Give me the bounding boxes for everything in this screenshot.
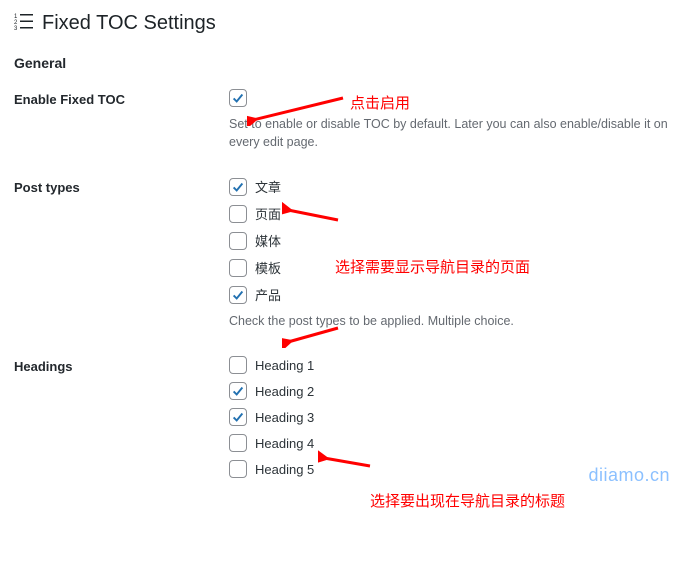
checkbox-enable-fixed-toc[interactable] [229, 89, 674, 107]
checkbox-label: Heading 1 [255, 358, 314, 373]
row-headings: Headings Heading 1 Heading 2 Heading 3 H… [14, 356, 674, 478]
checkbox-heading-0[interactable]: Heading 1 [229, 356, 674, 374]
label-post-types: Post types [14, 177, 229, 195]
checkbox-post-type-2[interactable]: 媒体 [229, 231, 674, 250]
checkbox-label: 文章 [255, 177, 281, 196]
desc-enable-fixed-toc: Set to enable or disable TOC by default.… [229, 115, 674, 151]
checkbox-label: Heading 3 [255, 410, 314, 425]
label-headings: Headings [14, 356, 229, 374]
checkbox-heading-2[interactable]: Heading 3 [229, 408, 674, 426]
annotation-enable: 点击启用 [350, 92, 410, 113]
checkbox-label: 模板 [255, 258, 281, 277]
check-icon [229, 356, 247, 374]
check-icon [229, 205, 247, 223]
checkbox-label: 产品 [255, 285, 281, 304]
check-icon [229, 434, 247, 452]
checkbox-post-type-1[interactable]: 页面 [229, 204, 674, 223]
section-heading-general: General [14, 55, 674, 71]
check-icon [229, 286, 247, 304]
row-enable-fixed-toc: Enable Fixed TOC Set to enable or disabl… [14, 89, 674, 151]
checkbox-heading-3[interactable]: Heading 4 [229, 434, 674, 452]
toc-icon: 123 [14, 12, 34, 35]
label-enable-fixed-toc: Enable Fixed TOC [14, 89, 229, 107]
watermark: diiamo.cn [588, 465, 670, 486]
checkbox-post-type-4[interactable]: 产品 [229, 285, 674, 304]
checkbox-label: 页面 [255, 204, 281, 223]
annotation-headings: 选择要出现在导航目录的标题 [370, 490, 565, 511]
check-icon [229, 232, 247, 250]
row-post-types: Post types 文章 页面 媒体 模板 产品 Check the post… [14, 177, 674, 330]
page-title-text: Fixed TOC Settings [42, 12, 216, 35]
check-icon [229, 460, 247, 478]
svg-text:3: 3 [14, 26, 18, 32]
checkbox-label: Heading 4 [255, 436, 314, 451]
check-icon [229, 259, 247, 277]
annotation-post-types: 选择需要显示导航目录的页面 [335, 256, 530, 277]
checkbox-heading-1[interactable]: Heading 2 [229, 382, 674, 400]
checkbox-label: 媒体 [255, 231, 281, 250]
desc-post-types: Check the post types to be applied. Mult… [229, 312, 674, 330]
check-icon [229, 178, 247, 196]
checkbox-post-type-0[interactable]: 文章 [229, 177, 674, 196]
checkbox-label: Heading 2 [255, 384, 314, 399]
page-title: 123 Fixed TOC Settings [14, 12, 674, 35]
check-icon [229, 408, 247, 426]
check-icon [229, 382, 247, 400]
checkbox-label: Heading 5 [255, 462, 314, 477]
check-icon [229, 89, 247, 107]
